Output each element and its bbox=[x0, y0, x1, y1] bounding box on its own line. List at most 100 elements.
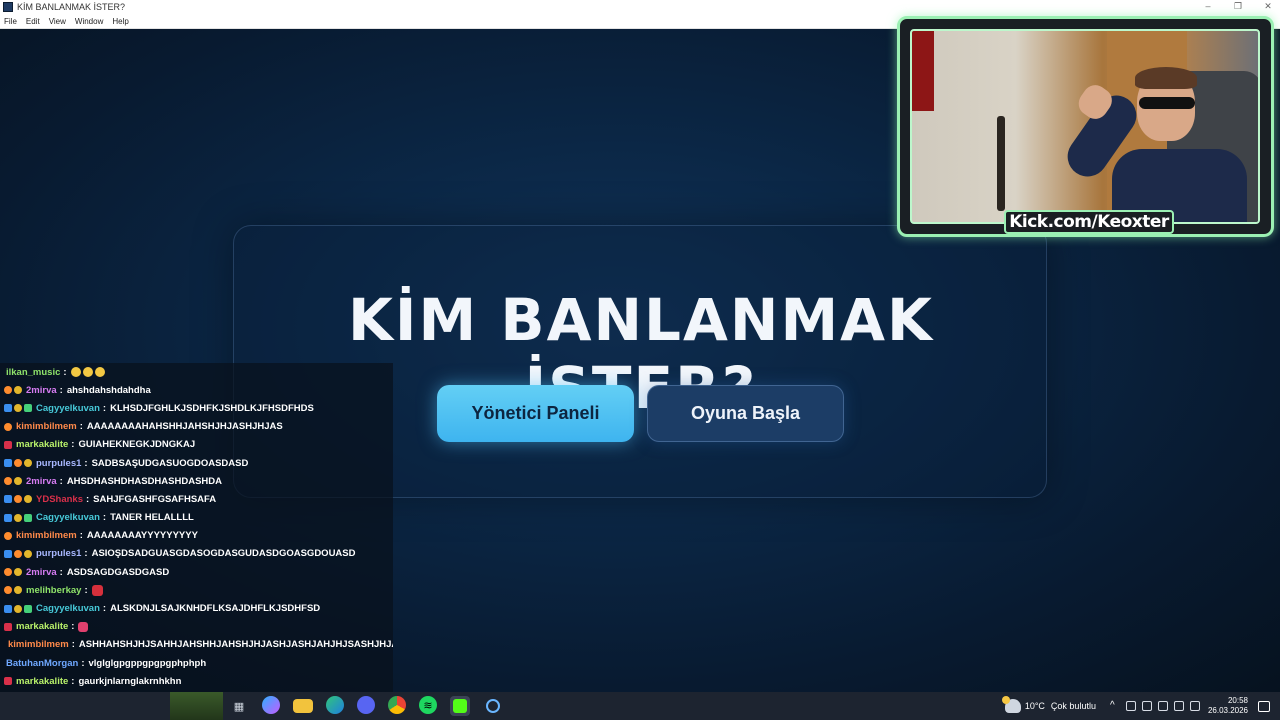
weather-cloud-icon[interactable] bbox=[1001, 696, 1021, 713]
orange-badge-icon bbox=[14, 459, 22, 468]
menu-view[interactable]: View bbox=[49, 17, 66, 26]
chat-separator: : bbox=[59, 384, 63, 396]
chat-separator: : bbox=[71, 439, 75, 451]
weather-condition[interactable]: Çok bulutlu bbox=[1051, 701, 1096, 711]
wifi-icon[interactable] bbox=[1173, 701, 1184, 711]
chat-username[interactable]: 2mirva bbox=[26, 476, 57, 487]
blue-badge-icon bbox=[4, 495, 12, 504]
close-button[interactable]: ✕ bbox=[1262, 1, 1274, 12]
minimize-button[interactable]: – bbox=[1202, 1, 1214, 12]
blue-badge-icon bbox=[4, 459, 12, 468]
orange-badge-icon bbox=[4, 386, 12, 395]
chat-username[interactable]: Cagyyelkuvan bbox=[36, 403, 100, 414]
chat-message: 2mirva: AHSDHASHDHASDHASHDASHDA bbox=[0, 472, 393, 490]
chat-username[interactable]: purpules1 bbox=[36, 548, 81, 559]
chat-username[interactable]: kimimbilmem bbox=[8, 639, 69, 650]
microphone-icon[interactable] bbox=[1157, 701, 1168, 711]
discord-icon[interactable] bbox=[357, 696, 375, 714]
chat-username[interactable]: ilkan_music bbox=[6, 367, 60, 378]
file-explorer-icon[interactable] bbox=[293, 699, 313, 713]
app-circle-icon[interactable] bbox=[483, 696, 503, 716]
chat-text: GUIAHEKNEGKJDNGKAJ bbox=[78, 439, 196, 451]
chat-separator: : bbox=[59, 566, 63, 578]
chrome-icon[interactable] bbox=[388, 696, 406, 714]
tray-icons: ^ bbox=[1110, 701, 1200, 711]
chat-username[interactable]: markakalite bbox=[16, 676, 68, 687]
edge-icon[interactable] bbox=[326, 696, 344, 714]
chat-separator: : bbox=[63, 366, 67, 378]
chat-username[interactable]: kimimbilmem bbox=[16, 530, 77, 541]
weather-temperature[interactable]: 10°C bbox=[1025, 701, 1045, 711]
copilot-icon[interactable] bbox=[262, 696, 280, 714]
app-icon bbox=[3, 2, 13, 12]
chat-username[interactable]: BatuhanMorgan bbox=[6, 658, 78, 669]
emote-icon bbox=[78, 621, 89, 632]
chat-username[interactable]: Cagyyelkuvan bbox=[36, 512, 100, 523]
task-view-icon[interactable]: ▦ bbox=[229, 696, 249, 716]
volume-icon[interactable] bbox=[1189, 701, 1200, 711]
chat-text: ASDSAGDGASDGASD bbox=[66, 566, 170, 578]
chat-username[interactable]: purpules1 bbox=[36, 458, 81, 469]
chat-message: ilkan_music: bbox=[0, 363, 393, 381]
menu-edit[interactable]: Edit bbox=[26, 17, 40, 26]
chevron-up-icon[interactable]: ^ bbox=[1110, 701, 1120, 711]
green-badge-icon bbox=[24, 513, 32, 522]
red-badge-icon bbox=[4, 622, 12, 631]
window-titlebar[interactable]: KİM BANLANMAK İSTER? – ❐ ✕ bbox=[0, 0, 1280, 14]
kick-icon[interactable] bbox=[450, 696, 470, 716]
orange-badge-icon bbox=[14, 549, 22, 558]
chat-text: SAHJFGASHFGSAFHSAFA bbox=[93, 493, 217, 505]
chat-username[interactable]: YDShanks bbox=[36, 494, 83, 505]
shield-icon[interactable] bbox=[1141, 701, 1152, 711]
chat-message: kimimbilmem: ASHHAHSHJHJSAHHJAHSHHJAHSHJH… bbox=[0, 636, 393, 654]
chat-username[interactable]: 2mirva bbox=[26, 385, 57, 396]
chat-message: kimimbilmem: AAAAAAAAYYYYYYYYY bbox=[0, 527, 393, 545]
gold-badge-icon bbox=[24, 549, 32, 558]
channel-label: Kick.com/Keoxter bbox=[1004, 210, 1174, 234]
gold-badge-icon bbox=[14, 513, 22, 522]
notification-icon[interactable] bbox=[1258, 700, 1270, 712]
chat-overlay: ilkan_music:2mirva: ahshdahshdahdha Cagyye… bbox=[0, 363, 393, 720]
spotify-icon[interactable]: ≋ bbox=[419, 696, 437, 714]
chat-username[interactable]: Cagyyelkuvan bbox=[36, 603, 100, 614]
menu-window[interactable]: Window bbox=[75, 17, 103, 26]
chat-text: ALSKDNJLSAJKNHDFLKSAJDHFLKJSDHFSD bbox=[110, 603, 321, 615]
chat-username[interactable]: markakalite bbox=[16, 439, 68, 450]
chat-text: SADBSAŞUDGASUOGDOASDASD bbox=[91, 457, 249, 469]
chat-separator: : bbox=[84, 548, 88, 560]
chat-separator: : bbox=[86, 493, 90, 505]
menu-file[interactable]: File bbox=[4, 17, 17, 26]
clock-date: 26.03.2026 bbox=[1207, 706, 1248, 715]
chat-message: purpules1: ASIOŞDSADGUASGDASOGDASGUDASDGO… bbox=[0, 545, 393, 563]
chat-message: purpules1: SADBSAŞUDGASUOGDOASDASD bbox=[0, 454, 393, 472]
chat-message: YDShanks: SAHJFGASHFGSAFHSAFA bbox=[0, 490, 393, 508]
chat-username[interactable]: markakalite bbox=[16, 621, 68, 632]
chat-message: BatuhanMorgan: vlglglgpgppgpgpgphphph bbox=[0, 654, 393, 672]
chat-username[interactable]: kimimbilmem bbox=[16, 421, 77, 432]
emote-icon bbox=[70, 367, 81, 378]
taskbar-apps: ▦ ≋ bbox=[229, 696, 503, 716]
chat-separator: : bbox=[84, 457, 88, 469]
clock[interactable]: 20:58 26.03.2026 bbox=[1208, 696, 1248, 716]
menu-help[interactable]: Help bbox=[112, 17, 128, 26]
chat-username[interactable]: 2mirva bbox=[26, 567, 57, 578]
orange-badge-icon bbox=[14, 495, 22, 504]
blue-badge-icon bbox=[4, 513, 12, 522]
admin-panel-button[interactable]: Yönetici Paneli bbox=[437, 385, 634, 442]
chat-separator: : bbox=[102, 603, 107, 615]
chat-message: Cagyyelkuvan: TANER HELALLLL bbox=[0, 509, 393, 527]
emote-icon bbox=[94, 367, 105, 378]
system-tray: 10°C Çok bulutlu ^ 20:58 26.03.2026 bbox=[1001, 692, 1280, 720]
red-badge-icon bbox=[4, 677, 12, 686]
orange-badge-icon bbox=[4, 422, 12, 431]
chat-text: AAAAAAAAYYYYYYYYY bbox=[86, 530, 198, 542]
chat-username[interactable]: melihberkay bbox=[26, 585, 81, 596]
taskbar-preview-thumbnail[interactable] bbox=[170, 692, 223, 720]
start-game-button[interactable]: Oyuna Başla bbox=[647, 385, 844, 442]
clock-time: 20:58 bbox=[1227, 696, 1248, 705]
network-icon[interactable] bbox=[1125, 701, 1136, 711]
maximize-button[interactable]: ❐ bbox=[1232, 1, 1244, 12]
green-badge-icon bbox=[24, 404, 32, 413]
blue-badge-icon bbox=[4, 549, 12, 558]
chat-message: Cagyyelkuvan: KLHSDJFGHLKJSDHFKJSHDLKJFHS… bbox=[0, 399, 393, 417]
